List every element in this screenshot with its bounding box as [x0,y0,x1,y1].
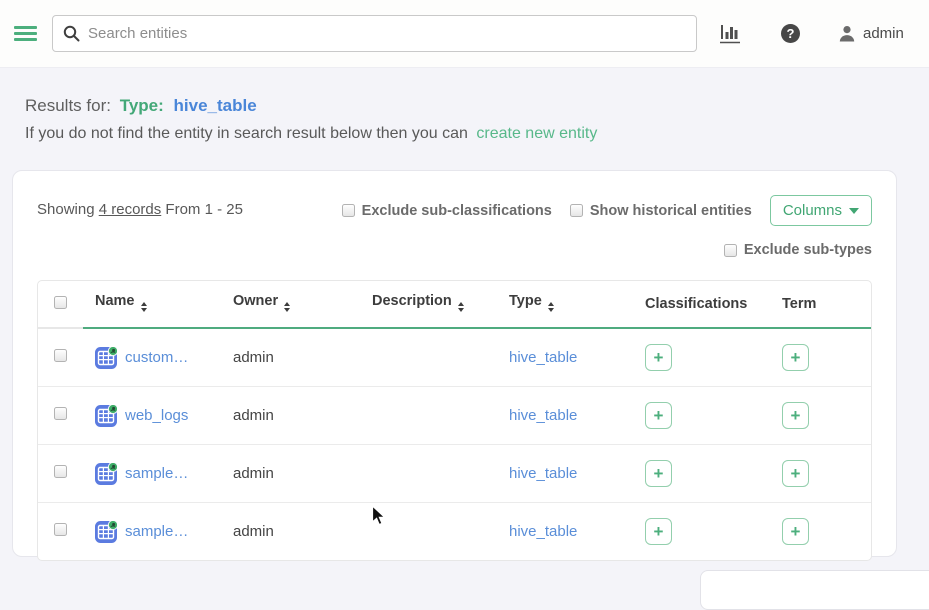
table-body: custom… admin hive_table + + [38,328,871,560]
records-count-link[interactable]: 4 records [99,201,162,218]
owner-cell: admin [221,445,360,503]
hive-table-icon [95,463,117,485]
type-link[interactable]: hive_table [509,349,577,366]
user-icon [838,25,856,43]
exclude-subtypes-label: Exclude sub-types [744,242,872,258]
table-row: sample… admin hive_table + + [38,445,871,503]
user-menu[interactable]: admin [838,25,904,43]
search-box [52,15,697,52]
exclude-subclassifications-label: Exclude sub-classifications [362,203,552,219]
sort-icon [141,299,147,315]
create-new-entity-link[interactable]: create new entity [476,125,597,142]
row-checkbox[interactable] [54,349,67,362]
search-input[interactable] [88,25,686,42]
description-cell [360,328,497,387]
type-value: hive_table [174,96,257,115]
name-header-label: Name [95,293,135,309]
type-link[interactable]: hive_table [509,465,577,482]
add-term-button[interactable]: + [782,344,809,371]
type-link[interactable]: hive_table [509,523,577,540]
top-bar: ? admin [0,0,929,68]
help-icon[interactable]: ? [781,24,800,43]
subtypes-row: Exclude sub-types [37,242,872,258]
add-term-button[interactable]: + [782,518,809,545]
type-link[interactable]: hive_table [509,407,577,424]
description-cell [360,445,497,503]
term-header-label: Term [782,296,816,312]
search-icon [63,25,80,42]
entity-name-link[interactable]: sample… [125,523,188,540]
select-all-checkbox[interactable] [54,296,67,309]
table-row: web_logs admin hive_table + + [38,387,871,445]
showing-label: Showing [37,201,95,218]
row-checkbox[interactable] [54,523,67,536]
hint-text: If you do not find the entity in search … [25,125,468,142]
exclude-subclassifications-toggle[interactable]: Exclude sub-classifications [342,203,552,219]
hive-table-icon [95,521,117,543]
column-header-description[interactable]: Description [360,281,497,328]
hive-table-icon [95,405,117,427]
type-label: Type: [120,96,164,115]
add-classification-button[interactable]: + [645,344,672,371]
results-header: Results for: Type: hive_table If you do … [25,96,597,143]
sort-icon [284,299,290,315]
card-controls: Showing 4 records From 1 - 25 Exclude su… [37,195,872,226]
columns-button-label: Columns [783,202,842,219]
entity-name-link[interactable]: custom… [125,349,188,366]
username-label: admin [863,25,904,42]
type-header-label: Type [509,293,542,309]
pagination-peek-panel [700,570,929,610]
row-checkbox[interactable] [54,465,67,478]
classifications-header-label: Classifications [645,296,747,312]
owner-cell: admin [221,503,360,561]
add-classification-button[interactable]: + [645,460,672,487]
results-for-line: Results for: Type: hive_table [25,96,597,116]
column-header-term: Term [770,281,871,328]
entity-name-link[interactable]: sample… [125,465,188,482]
entity-name-link[interactable]: web_logs [125,407,188,424]
statistics-chart-icon[interactable] [719,23,743,45]
sort-icon [458,299,464,315]
column-header-type[interactable]: Type [497,281,633,328]
columns-button[interactable]: Columns [770,195,872,226]
show-historical-toggle[interactable]: Show historical entities [570,203,752,219]
owner-cell: admin [221,387,360,445]
show-historical-checkbox[interactable] [570,204,583,217]
column-header-name[interactable]: Name [83,281,221,328]
add-term-button[interactable]: + [782,402,809,429]
exclude-subtypes-checkbox[interactable] [724,244,737,257]
table-row: custom… admin hive_table + + [38,328,871,387]
results-for-label: Results for: [25,96,111,115]
range-label: From 1 - 25 [165,201,243,218]
create-entity-hint: If you do not find the entity in search … [25,125,597,143]
table-row: sample… admin hive_table + + [38,503,871,561]
filter-controls: Exclude sub-classifications Show histori… [342,195,872,226]
description-cell [360,503,497,561]
description-cell [360,387,497,445]
show-historical-label: Show historical entities [590,203,752,219]
row-checkbox[interactable] [54,407,67,420]
add-term-button[interactable]: + [782,460,809,487]
menu-icon[interactable] [14,23,37,44]
table-header-row: Name Owner Description Type Classificati… [38,281,871,328]
results-table-container: Name Owner Description Type Classificati… [37,280,872,561]
column-header-owner[interactable]: Owner [221,281,360,328]
results-table: Name Owner Description Type Classificati… [38,281,871,560]
owner-cell: admin [221,328,360,387]
results-card: Showing 4 records From 1 - 25 Exclude su… [12,170,897,557]
add-classification-button[interactable]: + [645,518,672,545]
record-count: Showing 4 records From 1 - 25 [37,195,243,218]
hive-table-icon [95,347,117,369]
exclude-subtypes-toggle[interactable]: Exclude sub-types [724,242,872,258]
description-header-label: Description [372,293,452,309]
owner-header-label: Owner [233,293,278,309]
sort-icon [548,299,554,315]
column-header-classifications: Classifications [633,281,770,328]
exclude-subclassifications-checkbox[interactable] [342,204,355,217]
chevron-down-icon [849,208,859,219]
add-classification-button[interactable]: + [645,402,672,429]
topbar-actions: ? admin [719,23,904,45]
